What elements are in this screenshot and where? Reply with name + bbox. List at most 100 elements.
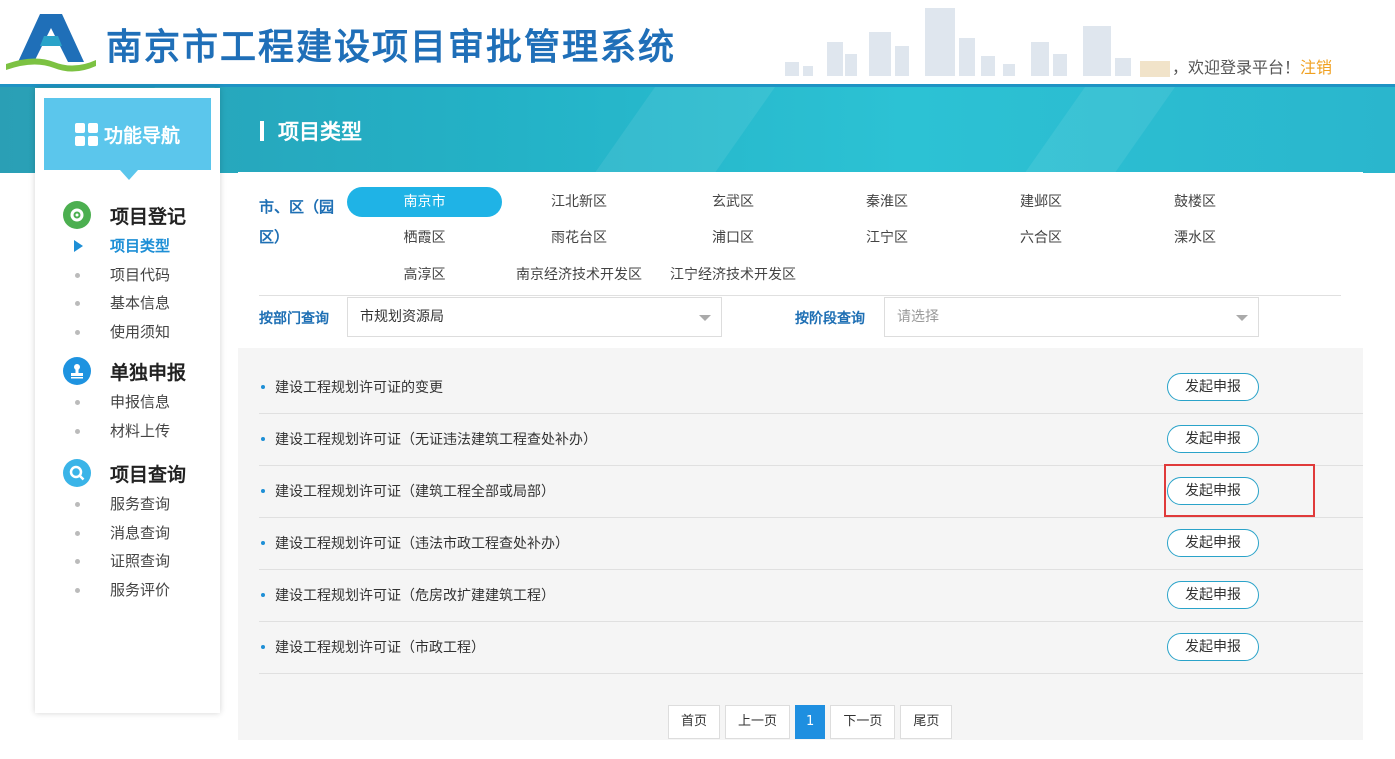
logo-icon [6, 14, 96, 72]
district-gulou[interactable]: 鼓楼区 [1118, 187, 1272, 217]
district-qinhuai[interactable]: 秦淮区 [810, 187, 964, 217]
nav-header: 功能导航 [44, 98, 211, 180]
bullet-icon [261, 385, 265, 389]
district-nanjing-etdz[interactable]: 南京经济技术开发区 [502, 260, 656, 290]
sidebar-item-label: 项目代码 [110, 265, 171, 284]
list-item: 建设工程规划许可证（危房改扩建建筑工程） 发起申报 [259, 570, 1363, 622]
apply-button[interactable]: 发起申报 [1167, 529, 1259, 557]
header: 南京市工程建设项目审批管理系统 ，欢迎登录平台！注销 [0, 0, 1395, 87]
sidebar-item-label: 项目类型 [110, 237, 171, 255]
bullet-icon [261, 541, 265, 545]
stage-select-placeholder: 请选择 [897, 309, 939, 325]
sidebar-item-label: 服务查询 [110, 495, 171, 513]
project-list: 建设工程规划许可证的变更 发起申报 建设工程规划许可证（无证违法建筑工程查处补办… [259, 362, 1363, 674]
district-jiangning-etdz[interactable]: 江宁经济技术开发区 [656, 260, 810, 290]
district-lishui[interactable]: 溧水区 [1118, 223, 1272, 253]
district-jianye[interactable]: 建邺区 [964, 187, 1118, 217]
sidebar-item-service-query[interactable]: 服务查询 [63, 490, 186, 519]
group-title-query[interactable]: 项目查询 [63, 458, 186, 488]
page-title: 项目类型 [260, 116, 362, 146]
sidebar-item-project-type[interactable]: 项目类型 [63, 232, 186, 261]
nav-header-label: 功能导航 [103, 124, 180, 147]
sidebar-item-label: 基本信息 [110, 294, 171, 312]
apply-button[interactable]: 发起申报 [1167, 425, 1259, 453]
welcome-message: ，欢迎登录平台！注销 [1140, 54, 1332, 78]
sidebar-item-material-upload[interactable]: 材料上传 [63, 417, 186, 446]
sidebar-item-label: 服务评价 [110, 580, 171, 599]
district-yuhuatai[interactable]: 雨花台区 [502, 223, 656, 253]
nav-group-query: 项目查询 服务查询 消息查询 证照查询 服务评价 [63, 458, 186, 604]
list-item: 建设工程规划许可证（无证违法建筑工程查处补办） 发起申报 [259, 414, 1363, 466]
dept-select-value: 市规划资源局 [360, 309, 444, 325]
list-item: 建设工程规划许可证（建筑工程全部或局部） 发起申报 [259, 464, 1363, 518]
divider [259, 295, 1341, 296]
group-label: 单独申报 [110, 361, 187, 384]
sidebar-item-label: 消息查询 [110, 523, 171, 542]
bullet-icon [261, 489, 265, 493]
project-name: 建设工程规划许可证（建筑工程全部或局部） [275, 484, 555, 500]
project-name: 建设工程规划许可证的变更 [275, 380, 443, 396]
nav-group-individual: 单独申报 申报信息 材料上传 [63, 356, 186, 445]
district-jiangbei[interactable]: 江北新区 [502, 187, 656, 217]
stage-select[interactable]: 请选择 [884, 297, 1259, 337]
dept-query-label: 按部门查询 [259, 311, 329, 327]
prev-page-button[interactable]: 上一页 [725, 705, 791, 739]
district-xuanwu[interactable]: 玄武区 [656, 187, 810, 217]
logout-link[interactable]: 注销 [1300, 58, 1332, 77]
district-luhe[interactable]: 六合区 [964, 223, 1118, 253]
sidebar-item-license-query[interactable]: 证照查询 [63, 547, 186, 576]
sidebar-item-label: 申报信息 [110, 393, 171, 411]
bullet-icon [261, 645, 265, 649]
apply-button[interactable]: 发起申报 [1167, 633, 1259, 661]
username-redacted [1140, 60, 1170, 77]
group-title-individual[interactable]: 单独申报 [63, 356, 186, 386]
sidebar-item-label: 使用须知 [110, 322, 171, 341]
project-name: 建设工程规划许可证（违法市政工程查处补办） [275, 536, 569, 552]
list-item: 建设工程规划许可证（违法市政工程查处补办） 发起申报 [259, 518, 1363, 570]
district-jiangning[interactable]: 江宁区 [810, 223, 964, 253]
group-label: 项目查询 [110, 463, 187, 486]
skyline-graphic [785, 8, 1131, 76]
sidebar-item-label: 证照查询 [110, 552, 171, 570]
sidebar-item-project-code[interactable]: 项目代码 [63, 261, 186, 290]
group-label: 项目登记 [110, 205, 187, 228]
next-page-button[interactable]: 下一页 [830, 705, 896, 739]
apply-button[interactable]: 发起申报 [1167, 373, 1259, 401]
page-1-button[interactable]: 1 [795, 705, 826, 739]
app-title: 南京市工程建设项目审批管理系统 [106, 27, 677, 68]
grid-icon [74, 122, 98, 146]
first-page-button[interactable]: 首页 [668, 705, 721, 739]
sidebar-item-service-evaluation[interactable]: 服务评价 [63, 576, 186, 605]
list-item: 建设工程规划许可证（市政工程） 发起申报 [259, 622, 1363, 674]
sidebar-item-message-query[interactable]: 消息查询 [63, 519, 186, 548]
sidebar-item-basic-info[interactable]: 基本信息 [63, 289, 186, 318]
apply-button[interactable]: 发起申报 [1167, 477, 1259, 505]
dept-select[interactable]: 市规划资源局 [347, 297, 722, 337]
sidebar-item-usage-notice[interactable]: 使用须知 [63, 318, 186, 347]
sidebar-item-label: 材料上传 [110, 421, 171, 440]
stamp-icon [63, 357, 91, 385]
project-name: 建设工程规划许可证（无证违法建筑工程查处补办） [275, 432, 597, 448]
filter-panel: 市、区（园区） 南京市 江北新区 玄武区 秦淮区 建邺区 鼓楼区 栖霞区 雨花台… [238, 172, 1363, 348]
district-gaochun[interactable]: 高淳区 [347, 260, 502, 290]
arrow-right-icon [74, 240, 83, 252]
bullet-icon [261, 437, 265, 441]
group-title-register[interactable]: 项目登记 [63, 200, 186, 230]
chevron-down-icon [1236, 315, 1248, 321]
district-qixia[interactable]: 栖霞区 [347, 223, 502, 253]
district-nanjing[interactable]: 南京市 [347, 187, 502, 217]
main-panel: 市、区（园区） 南京市 江北新区 玄武区 秦淮区 建邺区 鼓楼区 栖霞区 雨花台… [238, 172, 1363, 740]
project-name: 建设工程规划许可证（市政工程） [275, 640, 485, 656]
bullet-icon [261, 593, 265, 597]
sidebar: 功能导航 项目登记 项目类型 项目代码 基本信息 使用须知 单独申报 申报信息 … [35, 88, 220, 713]
district-label: 市、区（园区） [259, 198, 335, 246]
stage-query-label: 按阶段查询 [795, 311, 865, 327]
welcome-text: ，欢迎登录平台！ [1172, 58, 1301, 77]
last-page-button[interactable]: 尾页 [900, 705, 953, 739]
apply-button[interactable]: 发起申报 [1167, 581, 1259, 609]
sidebar-item-declaration-info[interactable]: 申报信息 [63, 388, 186, 417]
nav-group-register: 项目登记 项目类型 项目代码 基本信息 使用须知 [63, 200, 186, 346]
search-icon [63, 459, 91, 487]
district-pukou[interactable]: 浦口区 [656, 223, 810, 253]
chevron-down-icon [699, 315, 711, 321]
